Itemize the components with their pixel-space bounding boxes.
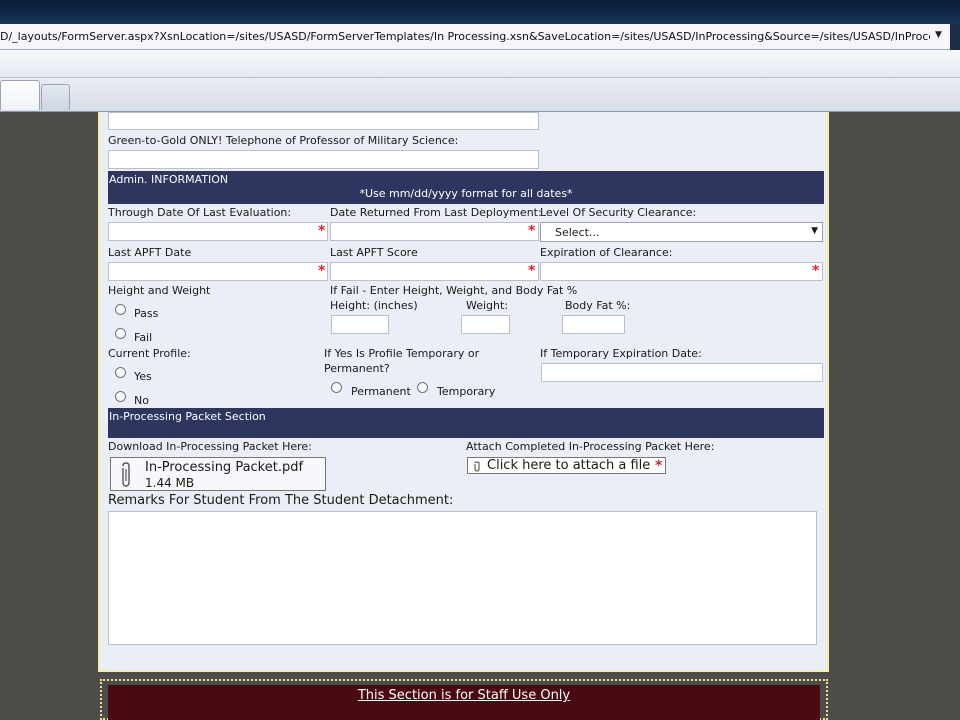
address-bar[interactable]: D/_layouts/FormServer.aspx?XsnLocation=/… [0, 24, 960, 50]
required-marker: * [812, 263, 820, 279]
through-date-input[interactable] [108, 222, 328, 241]
yes-label: Yes [134, 370, 152, 383]
pass-label: Pass [134, 307, 159, 320]
temp-exp-input[interactable] [541, 363, 823, 382]
last-apft-score-input[interactable] [330, 262, 539, 281]
last-apft-score-label: Last APFT Score [330, 246, 418, 259]
download-label: Download In-Processing Packet Here: [108, 440, 312, 453]
attach-label: Attach Completed In-Processing Packet He… [466, 440, 715, 453]
weight-input[interactable] [461, 315, 510, 334]
staff-section-title: This Section is for Staff Use Only [357, 688, 571, 703]
required-marker: * [528, 263, 536, 279]
required-marker: * [318, 263, 326, 279]
remarks-label: Remarks For Student From The Student Det… [108, 493, 454, 508]
chevron-down-icon: ▼ [811, 226, 818, 236]
expiration-label: Expiration of Clearance: [540, 246, 673, 259]
previous-field[interactable] [108, 112, 539, 130]
no-radio[interactable] [115, 391, 126, 402]
yes-radio[interactable] [115, 367, 126, 378]
date-returned-label: Date Returned From Last Deployment: [330, 206, 542, 219]
packet-file-link[interactable]: In-Processing Packet.pdf 1.44 MB [110, 457, 326, 491]
height-weight-label: Height and Weight [108, 284, 211, 297]
address-dropdown-icon[interactable]: ▼ [935, 30, 942, 40]
permanent-radio[interactable] [331, 382, 342, 393]
height-label: Height: (inches) [330, 299, 418, 312]
window-title-bar [0, 0, 960, 24]
bodyfat-input[interactable] [562, 315, 625, 334]
address-url[interactable]: D/_layouts/FormServer.aspx?XsnLocation=/… [0, 30, 930, 43]
required-marker: * [528, 223, 536, 239]
date-format-note: *Use mm/dd/yyyy format for all dates* [359, 187, 573, 200]
required-marker: * [655, 458, 663, 474]
height-input[interactable] [331, 315, 389, 334]
profile-temp-label: If Yes Is Profile Temporary or [324, 347, 480, 360]
paperclip-icon [122, 462, 130, 487]
last-apft-date-label: Last APFT Date [108, 246, 192, 259]
browser-toolbar [0, 50, 960, 78]
temp-exp-label: If Temporary Expiration Date: [540, 347, 702, 360]
pass-radio[interactable] [115, 304, 126, 315]
packet-file-size: 1.44 MB [145, 476, 195, 490]
address-bar-edge [950, 24, 960, 50]
expiration-input[interactable] [540, 262, 823, 281]
through-date-label: Through Date Of Last Evaluation: [108, 206, 292, 219]
if-fail-label: If Fail - Enter Height, Weight, and Body… [330, 284, 578, 297]
form-panel: Green-to-Gold ONLY! Telephone of Profess… [98, 112, 829, 672]
remarks-textarea[interactable] [108, 511, 817, 645]
admin-section-header: Admin. INFORMATION *Use mm/dd/yyyy forma… [108, 171, 824, 204]
attach-file-label: Click here to attach a file [487, 458, 651, 473]
g2g-phone-label: Green-to-Gold ONLY! Telephone of Profess… [108, 134, 459, 147]
packet-file-name: In-Processing Packet.pdf [145, 460, 304, 475]
fail-radio[interactable] [115, 328, 126, 339]
temporary-radio[interactable] [417, 382, 428, 393]
packet-section-title: In-Processing Packet Section [109, 410, 266, 423]
security-level-value: Select... [555, 226, 600, 239]
permanent-label: Permanent [351, 385, 411, 398]
profile-temp-label-cont: Permanent? [324, 362, 390, 375]
admin-section-title: Admin. INFORMATION [109, 173, 229, 186]
bodyfat-label: Body Fat %: [565, 299, 631, 312]
no-label: No [134, 394, 149, 407]
staff-section: This Section is for Staff Use Only [100, 679, 828, 720]
fail-label: Fail [134, 331, 153, 344]
g2g-phone-input[interactable] [108, 150, 539, 169]
browser-tab-active[interactable] [0, 80, 40, 110]
last-apft-date-input[interactable] [108, 262, 328, 281]
temporary-label: Temporary [437, 385, 496, 398]
current-profile-label: Current Profile: [108, 347, 191, 360]
security-level-select[interactable]: Select... ▼ [540, 222, 823, 242]
paperclip-icon [474, 461, 480, 472]
staff-section-banner: This Section is for Staff Use Only [108, 685, 820, 720]
tab-row [0, 78, 960, 112]
date-returned-input[interactable] [330, 222, 539, 241]
required-marker: * [318, 223, 326, 239]
attach-file-button[interactable]: Click here to attach a file * [467, 457, 666, 474]
packet-section-header: In-Processing Packet Section [108, 408, 824, 438]
new-tab-button[interactable] [41, 84, 70, 110]
security-level-label: Level Of Security Clearance: [540, 206, 697, 219]
weight-label: Weight: [466, 299, 509, 312]
